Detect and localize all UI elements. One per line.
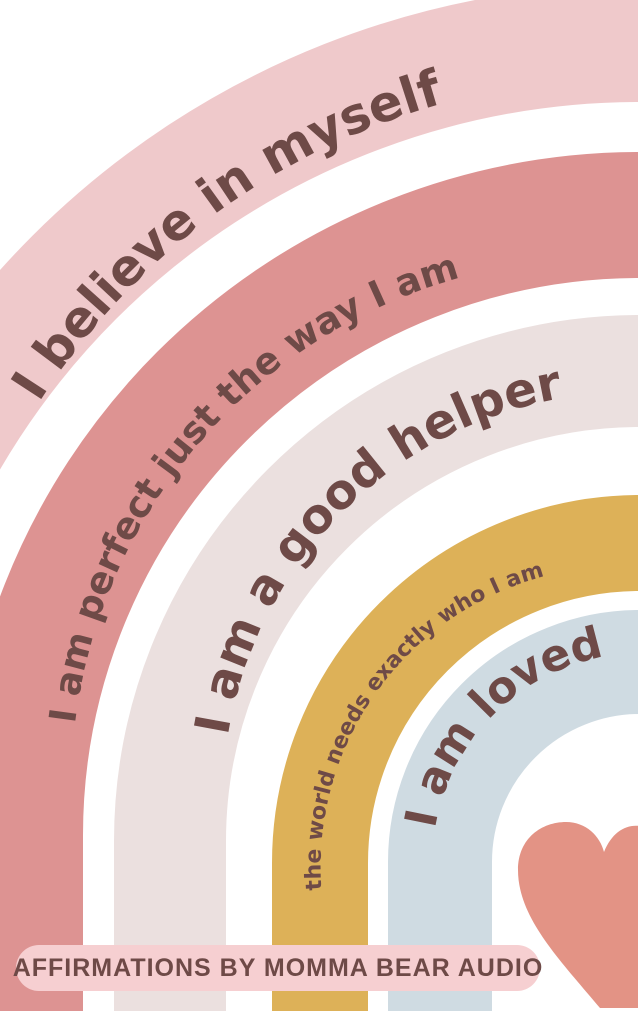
affirmation-poster: I believe in myself I am perfect just th…	[0, 0, 638, 1011]
rainbow-illustration: I believe in myself I am perfect just th…	[0, 0, 638, 1011]
footer-credit-text: AFFIRMATIONS BY MOMMA BEAR AUDIO	[12, 953, 544, 982]
footer-credit-badge: AFFIRMATIONS BY MOMMA BEAR AUDIO	[13, 945, 542, 991]
